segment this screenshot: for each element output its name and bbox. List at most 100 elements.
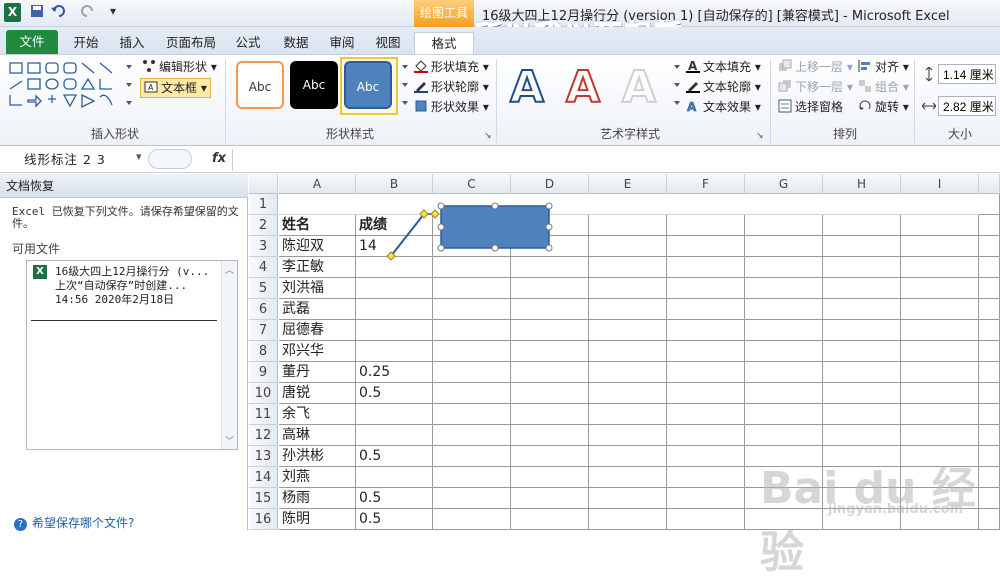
cell-score[interactable]: 0.25 — [356, 362, 433, 383]
column-header-h[interactable]: H — [823, 174, 901, 194]
cell[interactable] — [979, 194, 1000, 215]
cell[interactable] — [823, 362, 901, 383]
cell[interactable] — [667, 488, 745, 509]
cell[interactable] — [745, 194, 823, 215]
cell[interactable] — [667, 383, 745, 404]
cell[interactable] — [511, 383, 589, 404]
row-header[interactable]: 4 — [249, 257, 278, 278]
cell[interactable] — [667, 299, 745, 320]
cell-score[interactable] — [356, 320, 433, 341]
cell[interactable] — [745, 278, 823, 299]
text-box-button[interactable]: A 文本框 ▾ — [140, 78, 211, 98]
row-header[interactable]: 7 — [249, 320, 278, 341]
cell[interactable] — [433, 404, 511, 425]
tab-view[interactable]: 视图 — [368, 32, 408, 54]
cell[interactable] — [433, 320, 511, 341]
excel-logo-icon[interactable]: X — [4, 3, 21, 22]
edit-shape-button[interactable]: 编辑形状 ▾ — [142, 57, 217, 77]
cell-name[interactable]: 陈迎双 — [279, 236, 356, 257]
cell[interactable] — [511, 446, 589, 467]
cell[interactable] — [979, 257, 1000, 278]
cell[interactable] — [589, 236, 667, 257]
cell-name[interactable]: 李正敏 — [279, 257, 356, 278]
text-outline-button[interactable]: 文本轮廓 ▾ — [686, 77, 761, 97]
cell[interactable] — [979, 299, 1000, 320]
cell-name[interactable]: 杨雨 — [279, 488, 356, 509]
row-header[interactable]: 11 — [249, 404, 278, 425]
row-header[interactable]: 10 — [249, 383, 278, 404]
cell[interactable] — [433, 341, 511, 362]
column-header-i[interactable]: I — [901, 174, 979, 194]
column-header-g[interactable]: G — [745, 174, 823, 194]
cell-name[interactable]: 武磊 — [279, 299, 356, 320]
cell[interactable] — [979, 215, 1000, 236]
cell[interactable] — [901, 278, 979, 299]
cell[interactable] — [823, 425, 901, 446]
cell[interactable] — [511, 467, 589, 488]
cell-score[interactable] — [356, 425, 433, 446]
cell-score[interactable] — [356, 404, 433, 425]
cell[interactable] — [667, 320, 745, 341]
cell[interactable] — [979, 383, 1000, 404]
cell[interactable] — [901, 236, 979, 257]
list-scrollbar[interactable]: ︿ ﹀ — [221, 261, 237, 449]
shape-outline-button[interactable]: 形状轮廓 ▾ — [414, 77, 489, 97]
cell-name[interactable]: 姓名 — [279, 215, 356, 236]
line-callout-shape[interactable] — [379, 198, 554, 288]
cell[interactable] — [667, 236, 745, 257]
cell[interactable] — [979, 236, 1000, 257]
cell[interactable] — [901, 404, 979, 425]
tab-review[interactable]: 审阅 — [322, 32, 362, 54]
cell-score[interactable]: 0.5 — [356, 383, 433, 404]
cell[interactable] — [823, 341, 901, 362]
send-backward-button[interactable]: 下移一层 ▾ — [778, 77, 853, 97]
cell[interactable] — [511, 425, 589, 446]
cell-name[interactable]: 孙洪彬 — [279, 446, 356, 467]
cell-name[interactable]: 董丹 — [279, 362, 356, 383]
shape-effects-button[interactable]: 形状效果 ▾ — [414, 97, 489, 117]
recovered-file-name[interactable]: 16级大四上12月操行分 (v... — [55, 265, 209, 278]
name-box-dropdown-icon[interactable]: ▾ — [136, 150, 142, 163]
cell[interactable] — [745, 383, 823, 404]
column-header-f[interactable]: F — [667, 174, 745, 194]
insert-function-icon[interactable]: fx — [212, 151, 226, 166]
shape-fill-button[interactable]: 形状填充 ▾ — [414, 57, 489, 77]
cell-score[interactable]: 0.5 — [356, 446, 433, 467]
rotate-button[interactable]: 旋转 ▾ — [858, 97, 909, 117]
cell[interactable] — [511, 299, 589, 320]
cell-name[interactable]: 邓兴华 — [279, 341, 356, 362]
cell[interactable] — [745, 236, 823, 257]
column-header-c[interactable]: C — [433, 174, 511, 194]
wordart-style-red[interactable]: A — [565, 62, 601, 114]
cell[interactable] — [589, 362, 667, 383]
cell[interactable] — [823, 320, 901, 341]
cell[interactable] — [433, 488, 511, 509]
cell[interactable] — [589, 467, 667, 488]
cell[interactable] — [511, 320, 589, 341]
tab-page-layout[interactable]: 页面布局 — [160, 32, 222, 54]
row-header[interactable]: 6 — [249, 299, 278, 320]
row-header[interactable]: 13 — [249, 446, 278, 467]
cell[interactable] — [433, 383, 511, 404]
cell[interactable] — [901, 341, 979, 362]
undo-icon[interactable] — [50, 4, 70, 22]
column-header-d[interactable]: D — [511, 174, 589, 194]
cell[interactable] — [667, 425, 745, 446]
column-header-a[interactable]: A — [279, 174, 356, 194]
customize-quick-access-icon[interactable]: ▾ — [110, 4, 116, 22]
cell[interactable] — [433, 446, 511, 467]
cell[interactable] — [745, 341, 823, 362]
cell-score[interactable]: 0.5 — [356, 488, 433, 509]
cell[interactable] — [589, 299, 667, 320]
tab-formulas[interactable]: 公式 — [228, 32, 268, 54]
cell[interactable] — [667, 446, 745, 467]
column-header-e[interactable]: E — [589, 174, 667, 194]
recovered-file-list[interactable]: X 16级大四上12月操行分 (v... 上次“自动保存”时创建... 14:5… — [26, 260, 238, 450]
cell[interactable] — [433, 425, 511, 446]
shape-height-input[interactable] — [938, 64, 996, 84]
cell[interactable] — [823, 404, 901, 425]
cell[interactable] — [433, 509, 511, 530]
cell[interactable] — [901, 425, 979, 446]
tab-file[interactable]: 文件 — [6, 30, 58, 54]
cell[interactable] — [589, 278, 667, 299]
